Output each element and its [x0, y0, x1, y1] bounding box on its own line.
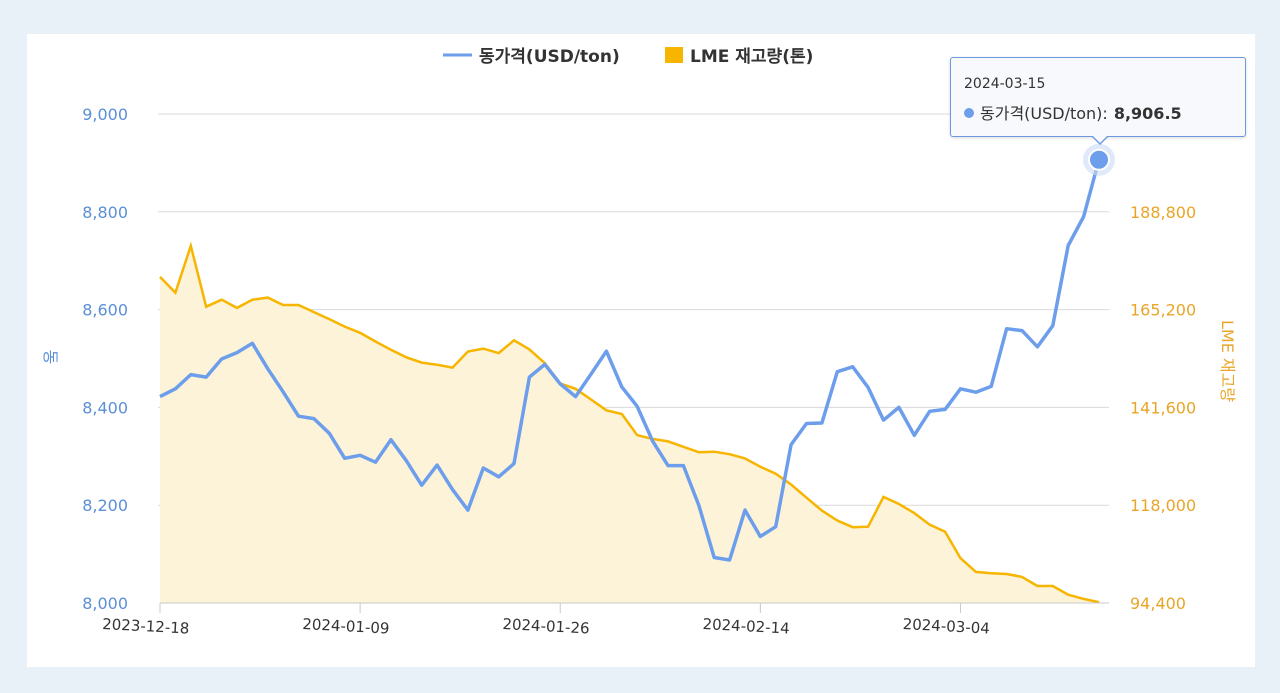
left-axis-title: 동 [41, 350, 60, 365]
x-tick-label: 2024-01-09 [302, 615, 390, 638]
tooltip-series-dot [964, 108, 974, 118]
tooltip-series-label: 동가격(USD/ton): [980, 104, 1108, 123]
legend[interactable]: 동가격(USD/ton) LME 재고량(톤) [443, 47, 813, 67]
left-tick-label: 9,000 [82, 105, 128, 124]
x-tick-label: 2024-03-04 [902, 615, 990, 638]
tooltip-line: 동가격(USD/ton): 8,906.5 [964, 100, 1182, 124]
tooltip-value: 8,906.5 [1113, 104, 1182, 123]
right-tick-label: 94,400 [1130, 594, 1186, 613]
left-tick-label: 8,800 [82, 203, 128, 222]
right-axis-title: LME 재고량 [1218, 320, 1237, 402]
highlighted-price-point[interactable] [1088, 148, 1110, 171]
right-tick-label: 188,800 [1130, 203, 1196, 222]
data-tooltip: 2024-03-15 동가격(USD/ton): 8,906.5 [950, 57, 1246, 145]
legend-inventory-label[interactable]: LME 재고량(톤) [690, 47, 813, 67]
left-tick-label: 8,200 [82, 496, 128, 515]
x-tick-label: 2024-01-26 [502, 615, 590, 638]
left-tick-label: 8,000 [82, 594, 128, 613]
inventory-area [159, 241, 1100, 604]
right-tick-label: 141,600 [1130, 398, 1196, 417]
left-tick-label: 8,400 [82, 398, 128, 417]
legend-price-label[interactable]: 동가격(USD/ton) [479, 47, 620, 67]
tooltip-date: 2024-03-15 [964, 76, 1046, 92]
x-tick-label: 2023-12-18 [102, 615, 190, 638]
x-tick-label: 2024-02-14 [702, 615, 790, 638]
legend-inventory-swatch [665, 47, 683, 63]
right-tick-label: 165,200 [1130, 301, 1196, 320]
right-tick-label: 118,000 [1130, 496, 1196, 515]
left-tick-label: 8,600 [82, 301, 128, 320]
